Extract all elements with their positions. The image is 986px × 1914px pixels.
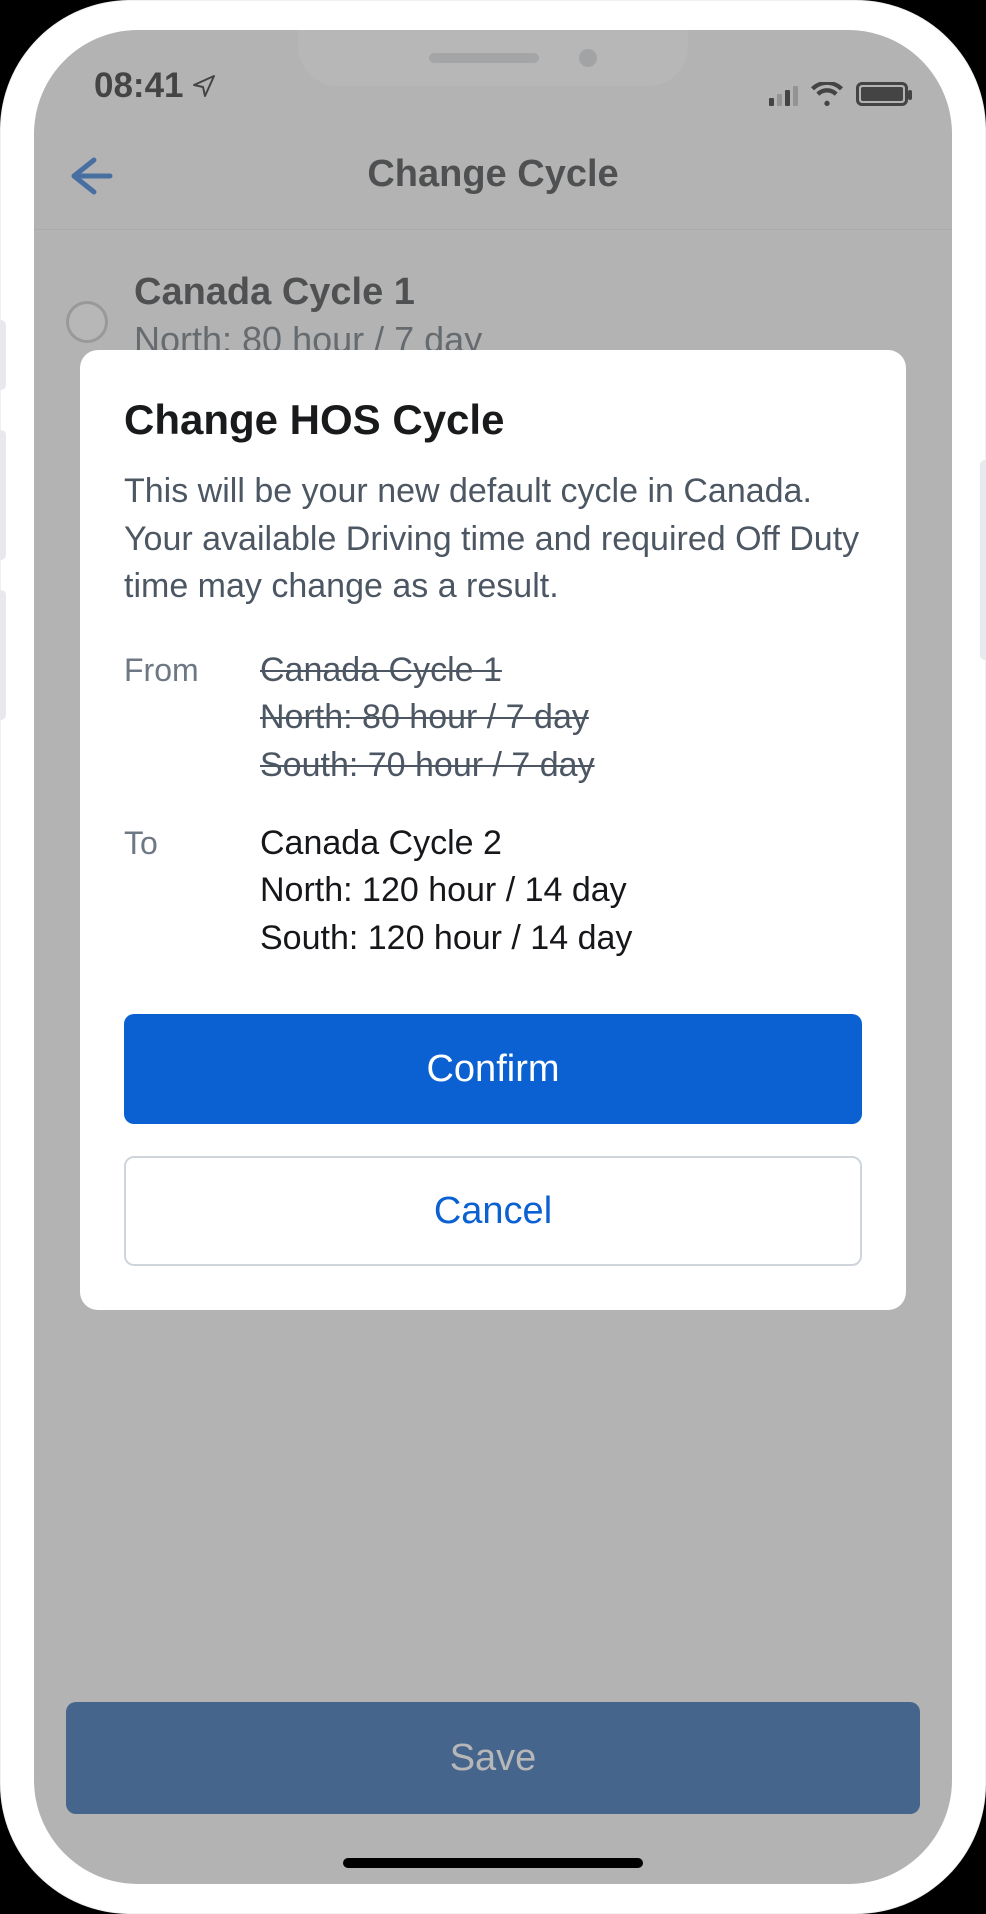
to-line-3: South: 120 hour / 14 day xyxy=(260,915,632,963)
confirm-button-label: Confirm xyxy=(426,1048,559,1091)
phone-frame: 08:41 Change Cycle xyxy=(0,0,986,1914)
from-label: From xyxy=(124,647,234,693)
change-hos-cycle-dialog: Change HOS Cycle This will be your new d… xyxy=(80,350,906,1310)
phone-side-button xyxy=(0,430,6,560)
confirm-button[interactable]: Confirm xyxy=(124,1014,862,1124)
phone-side-button xyxy=(0,590,6,720)
to-value: Canada Cycle 2 North: 120 hour / 14 day … xyxy=(260,820,632,963)
home-indicator[interactable] xyxy=(343,1858,643,1868)
to-row: To Canada Cycle 2 North: 120 hour / 14 d… xyxy=(124,820,862,963)
from-line-2: North: 80 hour / 7 day xyxy=(260,694,595,742)
cancel-button-label: Cancel xyxy=(434,1190,552,1233)
to-line-1: Canada Cycle 2 xyxy=(260,820,632,868)
cancel-button[interactable]: Cancel xyxy=(124,1156,862,1266)
to-line-2: North: 120 hour / 14 day xyxy=(260,867,632,915)
to-label: To xyxy=(124,820,234,866)
from-line-3: South: 70 hour / 7 day xyxy=(260,742,595,790)
dialog-body-text: This will be your new default cycle in C… xyxy=(124,468,862,611)
from-row: From Canada Cycle 1 North: 80 hour / 7 d… xyxy=(124,647,862,790)
phone-side-button xyxy=(980,460,986,660)
dialog-title: Change HOS Cycle xyxy=(124,396,862,444)
from-value: Canada Cycle 1 North: 80 hour / 7 day So… xyxy=(260,647,595,790)
screen: 08:41 Change Cycle xyxy=(34,30,952,1884)
phone-side-button xyxy=(0,320,6,390)
from-line-1: Canada Cycle 1 xyxy=(260,647,595,695)
